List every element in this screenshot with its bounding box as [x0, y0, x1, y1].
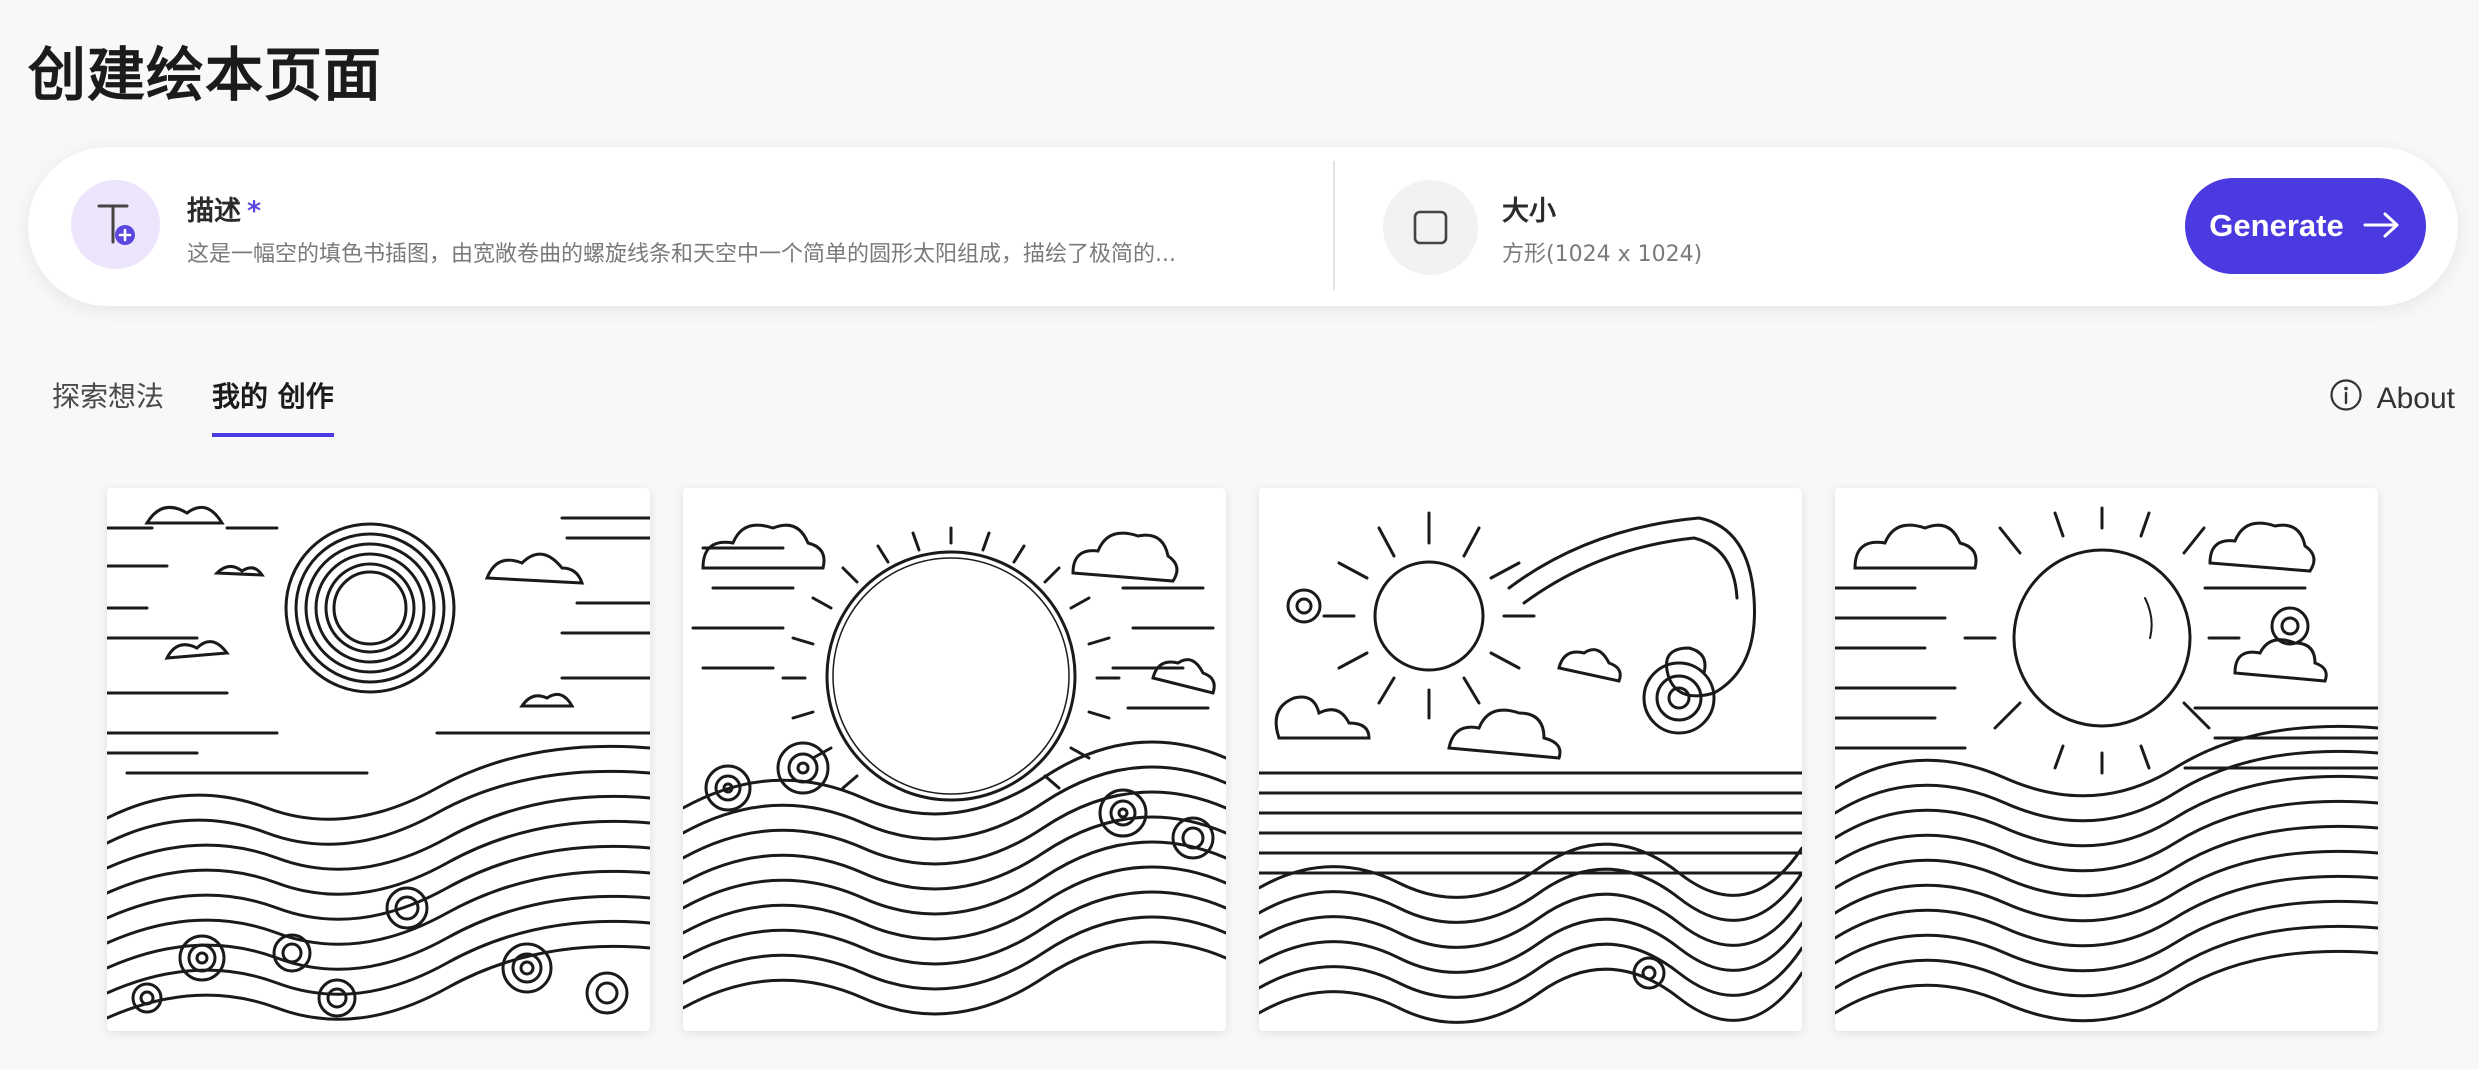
divider [1333, 161, 1335, 290]
arrow-right-icon [2362, 210, 2402, 243]
gallery-image-2[interactable] [683, 488, 1226, 1031]
generate-label: Generate [2209, 208, 2344, 243]
size-select[interactable]: 方形(1024 x 1024) [1502, 236, 1702, 268]
gallery-image-4[interactable] [1835, 488, 2378, 1031]
prompt-card: 描述 * 这是一幅空的填色书插图，由宽敞卷曲的螺旋线条和天空中一个简单的圆形太阳组… [28, 147, 2458, 306]
page-title: 创建绘本页面 [28, 41, 383, 109]
about-link[interactable]: About [2329, 378, 2455, 420]
square-icon[interactable] [1383, 180, 1478, 275]
gallery-image-3[interactable] [1259, 488, 1802, 1031]
about-label: About [2376, 382, 2455, 415]
tab-explore-ideas[interactable]: 探索想法 [52, 375, 164, 433]
info-icon [2329, 378, 2363, 420]
tab-my-creations[interactable]: 我的 创作 [212, 375, 334, 437]
size-label: 大小 [1502, 196, 1556, 227]
description-input[interactable]: 这是一幅空的填色书插图，由宽敞卷曲的螺旋线条和天空中一个简单的圆形太阳组成，描绘… [187, 236, 1297, 268]
description-label: 描述 * [187, 196, 262, 227]
required-mark: * [247, 196, 262, 227]
text-add-icon [71, 180, 160, 269]
gallery-image-1[interactable] [107, 488, 650, 1031]
generate-button[interactable]: Generate [2185, 178, 2426, 274]
